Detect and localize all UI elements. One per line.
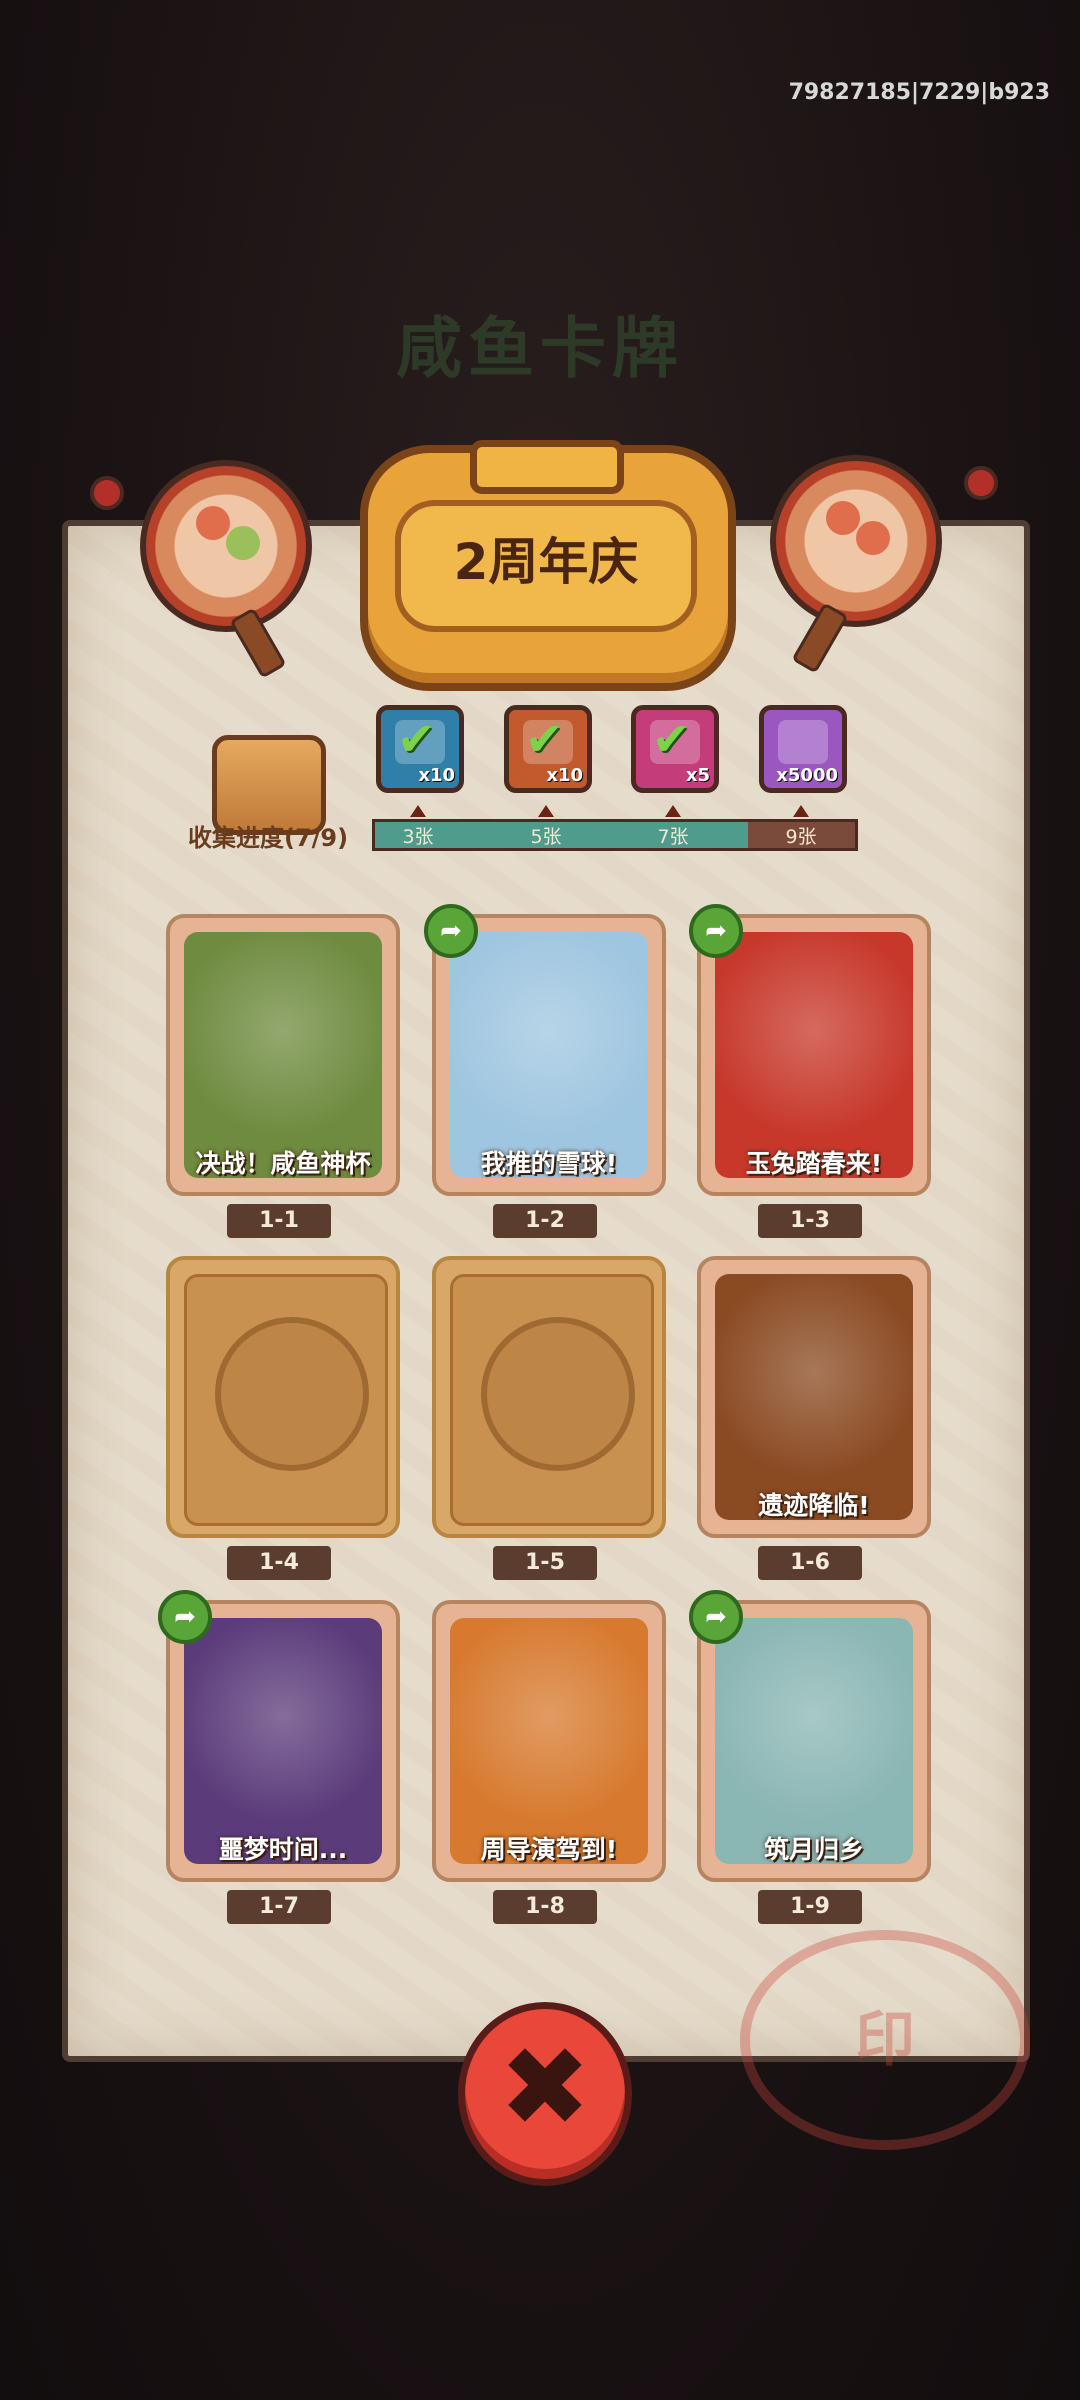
share-icon[interactable]: ➦ <box>689 904 743 958</box>
card-1-2[interactable]: 我推的雪球! <box>432 914 666 1196</box>
card-number-label: 1-7 <box>227 1890 331 1924</box>
milestone-marker <box>665 805 681 817</box>
title-plaque-handle <box>470 440 624 494</box>
milestone-reward-1[interactable]: ✔ x10 <box>376 705 464 793</box>
share-icon[interactable]: ➦ <box>689 1590 743 1644</box>
card-number-label: 1-3 <box>758 1204 862 1238</box>
card-artwork <box>715 932 913 1178</box>
card-number-label: 1-2 <box>493 1204 597 1238</box>
claimed-check-icon: ✔ <box>397 712 436 766</box>
reward-quantity: x10 <box>546 765 583 786</box>
card-artwork <box>184 1618 382 1864</box>
user-id-label: 79827185|7229|b923 <box>788 80 1050 105</box>
card-title: 遗迹降临! <box>758 1491 870 1520</box>
background-title: 咸鱼卡牌 <box>396 310 684 387</box>
milestone-reward-3[interactable]: ✔ x5 <box>631 705 719 793</box>
collection-progress-label: 收集进度(7/9) <box>188 824 349 852</box>
fish-silhouette-icon <box>481 1317 635 1471</box>
crystal-icon <box>778 720 828 764</box>
card-1-7[interactable]: 噩梦时间... <box>166 1600 400 1882</box>
card-1-3[interactable]: 玉兔踏春来! <box>697 914 931 1196</box>
milestone-marker <box>538 805 554 817</box>
locked-card-artwork <box>184 1274 388 1526</box>
card-number-label: 1-8 <box>493 1890 597 1924</box>
reward-quantity: x10 <box>418 765 455 786</box>
milestone-marker <box>410 805 426 817</box>
card-title: 我推的雪球! <box>480 1149 618 1178</box>
card-1-8[interactable]: 周导演驾到! <box>432 1600 666 1882</box>
milestone-threshold-label: 5张 <box>530 826 562 848</box>
card-artwork <box>184 932 382 1178</box>
card-number-label: 1-5 <box>493 1546 597 1580</box>
card-artwork <box>715 1618 913 1864</box>
card-1-9[interactable]: 筑月归乡 <box>697 1600 931 1882</box>
card-artwork <box>715 1274 913 1520</box>
card-1-5[interactable] <box>432 1256 666 1538</box>
reward-quantity: x5000 <box>776 765 838 786</box>
card-artwork <box>450 932 648 1178</box>
milestone-marker <box>793 805 809 817</box>
card-title: 玉兔踏春来! <box>745 1149 883 1178</box>
right-drum <box>770 455 942 627</box>
card-number-label: 1-9 <box>758 1890 862 1924</box>
card-1-6[interactable]: 遗迹降临! <box>697 1256 931 1538</box>
card-number-label: 1-4 <box>227 1546 331 1580</box>
event-title: 2周年庆 <box>453 533 639 591</box>
seal-stamp: 印 <box>740 1930 1030 2150</box>
left-drum <box>140 460 312 632</box>
card-title: 筑月归乡 <box>763 1835 864 1864</box>
milestone-threshold-label: 7张 <box>657 826 689 848</box>
claimed-check-icon: ✔ <box>525 712 564 766</box>
card-title: 噩梦时间... <box>218 1835 348 1864</box>
milestone-reward-2[interactable]: ✔ x10 <box>504 705 592 793</box>
locked-card-artwork <box>450 1274 654 1526</box>
milestone-threshold-label: 3张 <box>402 826 434 848</box>
milestone-reward-4[interactable]: x5000 <box>759 705 847 793</box>
card-1-1[interactable]: 决战！咸鱼神杯 <box>166 914 400 1196</box>
card-title: 决战！咸鱼神杯 <box>195 1149 371 1178</box>
fish-silhouette-icon <box>215 1317 369 1471</box>
card-number-label: 1-1 <box>227 1204 331 1238</box>
card-title: 周导演驾到! <box>480 1835 618 1864</box>
share-icon[interactable]: ➦ <box>158 1590 212 1644</box>
share-icon[interactable]: ➦ <box>424 904 478 958</box>
card-artwork <box>450 1618 648 1864</box>
card-number-label: 1-6 <box>758 1546 862 1580</box>
left-bead <box>90 476 124 510</box>
reward-quantity: x5 <box>685 765 710 786</box>
card-1-4[interactable] <box>166 1256 400 1538</box>
milestone-threshold-label: 9张 <box>785 826 817 848</box>
right-bead <box>964 466 998 500</box>
close-icon: ✖ <box>498 2023 592 2151</box>
claimed-check-icon: ✔ <box>652 712 691 766</box>
